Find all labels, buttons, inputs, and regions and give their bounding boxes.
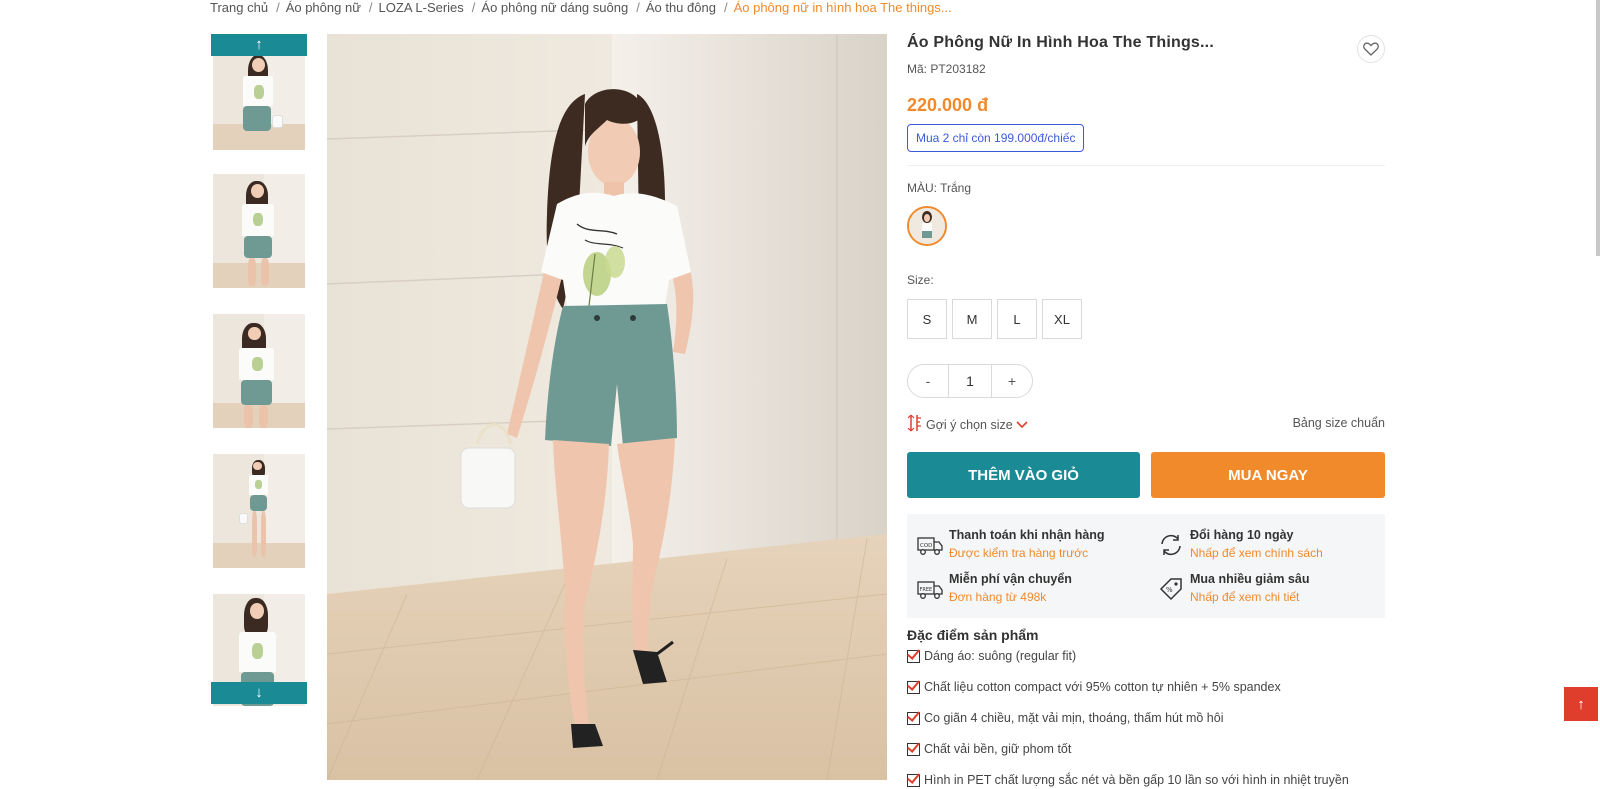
quantity-stepper: - 1 +	[907, 364, 1033, 398]
feature-text: Chất liệu cotton compact với 95% cotton …	[924, 680, 1281, 694]
svg-text:FREE: FREE	[920, 587, 933, 593]
color-swatch-white[interactable]	[907, 206, 947, 246]
feature-text: Hình in PET chất lượng sắc nét và bền gấ…	[924, 773, 1349, 787]
breadcrumb-separator: /	[723, 0, 728, 15]
color-label: MÀU: Trắng	[907, 181, 972, 195]
benefit-subtitle: Đơn hàng từ 498k	[949, 590, 1047, 604]
thumbnail-4[interactable]	[213, 454, 305, 568]
ruler-icon	[907, 414, 923, 435]
breadcrumb-separator: /	[636, 0, 640, 15]
breadcrumb: Trang chủ / Áo phông nữ / LOZA L-Series / Áo p…	[210, 0, 952, 18]
chevron-down-icon	[1016, 418, 1028, 432]
breadcrumb-loza-l-series[interactable]: LOZA L-Series	[379, 0, 464, 15]
breadcrumb-separator: /	[276, 0, 280, 15]
benefit-exchange[interactable]: Đổi hàng 10 ngày Nhấp để xem chính sách	[1148, 528, 1368, 564]
checkbox-icon	[907, 742, 920, 756]
benefit-cod[interactable]: COD Thanh toán khi nhận hàng Được kiểm t…	[907, 528, 1127, 564]
product-price: 220.000 đ	[907, 95, 989, 115]
feature-item: Chất vải bền, giữ phom tốt	[907, 740, 1071, 758]
free-shipping-icon: FREE	[915, 574, 945, 604]
breadcrumb-autumn-winter[interactable]: Áo thu đông	[646, 0, 716, 15]
thumbnail-scroll-down-arrow-icon[interactable]: ↓	[211, 682, 307, 704]
scroll-to-top-button[interactable]: ↑	[1564, 687, 1598, 721]
quantity-increase-button[interactable]: +	[992, 373, 1032, 389]
thumbnail-2[interactable]	[213, 174, 305, 288]
benefit-bulk-discount[interactable]: % Mua nhiều giảm sâu Nhấp để xem chi tiế…	[1148, 572, 1368, 608]
feature-item: Hình in PET chất lượng sắc nét và bền gấ…	[907, 771, 1349, 789]
checkbox-icon	[907, 680, 920, 694]
checkbox-icon	[907, 711, 920, 725]
buy-now-button[interactable]: MUA NGAY	[1151, 452, 1385, 498]
feature-item: Chất liệu cotton compact với 95% cotton …	[907, 678, 1281, 696]
divider	[907, 165, 1385, 166]
discount-tag-icon: %	[1156, 574, 1186, 604]
cod-truck-icon: COD	[915, 530, 945, 560]
product-info-panel: Áo Phông Nữ In Hình Hoa The Things... Mã…	[907, 0, 1385, 787]
features-title: Đặc điểm sản phẩm	[907, 627, 1039, 643]
benefit-subtitle: Nhấp để xem chính sách	[1190, 546, 1323, 560]
size-suggest-link[interactable]: Gợi ý chọn size	[907, 414, 1028, 435]
feature-item: Dáng áo: suông (regular fit)	[907, 647, 1076, 665]
checkbox-icon	[907, 649, 920, 663]
exchange-icon	[1156, 530, 1186, 560]
add-to-cart-button[interactable]: THÊM VÀO GIỎ	[907, 452, 1140, 498]
feature-text: Dáng áo: suông (regular fit)	[924, 649, 1077, 663]
product-title: Áo Phông Nữ In Hình Hoa The Things...	[907, 34, 1214, 51]
promo-badge[interactable]: Mua 2 chỉ còn 199.000đ/chiếc	[907, 124, 1085, 152]
breadcrumb-home[interactable]: Trang chủ	[210, 0, 268, 15]
breadcrumb-separator: /	[368, 0, 373, 15]
thumbnail-3[interactable]	[213, 314, 305, 428]
page-scrollbar[interactable]	[1596, 0, 1600, 256]
breadcrumb-women-tshirts[interactable]: Áo phông nữ	[286, 0, 361, 15]
svg-text:%: %	[1166, 586, 1173, 594]
size-option-l[interactable]: L	[997, 299, 1037, 339]
feature-item: Co giãn 4 chiều, mặt vải mịn, thoáng, th…	[907, 709, 1223, 727]
quantity-decrease-button[interactable]: -	[908, 373, 948, 389]
benefit-free-shipping[interactable]: FREE Miễn phí vận chuyển Đơn hàng từ 498…	[907, 572, 1127, 608]
product-sku: Mã: PT203182	[907, 62, 986, 76]
thumbnail-gallery: ↑ ↓	[211, 34, 307, 706]
benefit-title: Mua nhiều giảm sâu	[1190, 572, 1310, 586]
size-selector: S M L XL	[907, 299, 1082, 339]
size-option-s[interactable]: S	[907, 299, 947, 339]
wishlist-heart-icon[interactable]	[1357, 35, 1385, 63]
benefits-panel: COD Thanh toán khi nhận hàng Được kiểm t…	[907, 514, 1385, 618]
quantity-input[interactable]: 1	[948, 365, 992, 397]
benefit-title: Miễn phí vận chuyển	[949, 572, 1072, 586]
size-option-m[interactable]: M	[952, 299, 992, 339]
main-product-image[interactable]	[327, 34, 887, 780]
size-label: Size:	[907, 273, 934, 287]
benefit-subtitle: Được kiểm tra hàng trước	[949, 546, 1089, 560]
thumbnail-scroll-up-arrow-icon[interactable]: ↑	[211, 34, 307, 56]
breadcrumb-separator: /	[471, 0, 476, 15]
benefit-title: Đổi hàng 10 ngày	[1190, 528, 1294, 542]
feature-text: Co giãn 4 chiều, mặt vải mịn, thoáng, th…	[924, 711, 1224, 725]
benefit-subtitle: Nhấp để xem chi tiết	[1190, 590, 1300, 604]
size-suggest-label: Gợi ý chọn size	[926, 417, 1013, 432]
benefit-title: Thanh toán khi nhận hàng	[949, 528, 1105, 542]
breadcrumb-regular-fit[interactable]: Áo phông nữ dáng suông	[481, 0, 628, 15]
svg-text:COD: COD	[920, 543, 932, 549]
size-option-xl[interactable]: XL	[1042, 299, 1082, 339]
size-chart-link[interactable]: Bảng size chuẩn	[1293, 416, 1385, 430]
feature-text: Chất vải bền, giữ phom tốt	[924, 742, 1072, 756]
checkbox-icon	[907, 773, 920, 787]
